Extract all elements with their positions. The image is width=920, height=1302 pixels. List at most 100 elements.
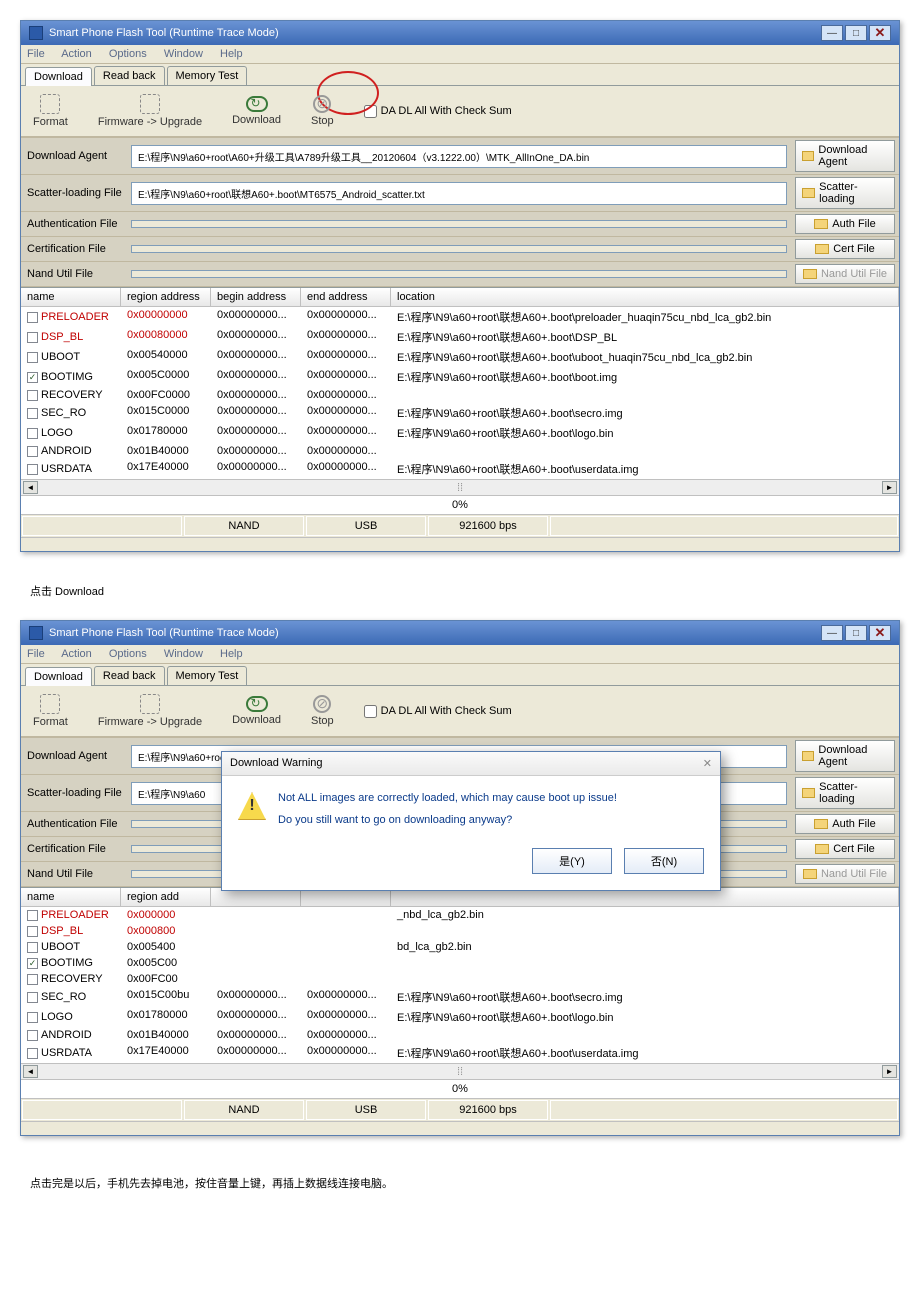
menu-window[interactable]: Window (164, 48, 203, 60)
menu-action[interactable]: Action (61, 48, 92, 60)
partition-checkbox[interactable] (27, 332, 38, 343)
table-row[interactable]: UBOOT0x005400000x00000000...0x00000000..… (21, 347, 899, 367)
tab-download[interactable]: Download (25, 667, 92, 686)
partition-checkbox[interactable] (27, 408, 38, 419)
download-button[interactable]: Download (232, 696, 281, 726)
app-icon (29, 26, 43, 40)
dialog-close-icon[interactable]: ✕ (703, 757, 712, 770)
partition-table: nameregion addressbegin addressend addre… (21, 287, 899, 495)
partition-checkbox[interactable] (27, 352, 38, 363)
menu-file[interactable]: File (27, 48, 45, 60)
table-row[interactable]: SEC_RO0x015C00000x00000000...0x00000000.… (21, 403, 899, 423)
nand-browse[interactable]: Nand Util File (795, 864, 895, 884)
menu-help[interactable]: Help (220, 648, 243, 660)
scatter-browse[interactable]: Scatter-loading (795, 777, 895, 809)
checksum-checkbox[interactable]: DA DL All With Check Sum (364, 105, 512, 118)
partition-checkbox[interactable] (27, 992, 38, 1003)
partition-checkbox[interactable] (27, 446, 38, 457)
partition-checkbox[interactable] (27, 942, 38, 953)
nand-browse[interactable]: Nand Util File (795, 264, 895, 284)
partition-checkbox[interactable] (27, 1012, 38, 1023)
table-row[interactable]: RECOVERY0x00FC00 (21, 971, 899, 987)
partition-checkbox[interactable] (27, 910, 38, 921)
partition-checkbox[interactable] (27, 428, 38, 439)
firmware-upgrade-button[interactable]: Firmware -> Upgrade (98, 694, 202, 728)
tab-memorytest[interactable]: Memory Test (167, 666, 248, 685)
table-row[interactable]: RECOVERY0x00FC00000x00000000...0x0000000… (21, 387, 899, 403)
table-row[interactable]: DSP_BL0x000800000x00000000...0x00000000.… (21, 327, 899, 347)
minimize-button[interactable]: — (821, 25, 843, 41)
table-row[interactable]: USRDATA0x17E400000x00000000...0x00000000… (21, 1043, 899, 1063)
dialog-yes-button[interactable]: 是(Y) (532, 848, 612, 874)
stop-button[interactable]: Stop (311, 95, 334, 127)
scroll-left-icon[interactable]: ◄ (23, 481, 38, 494)
table-row[interactable]: DSP_BL0x000800 (21, 923, 899, 939)
scatter-browse[interactable]: Scatter-loading (795, 177, 895, 209)
maximize-button[interactable]: □ (845, 25, 867, 41)
auth-field[interactable] (131, 220, 787, 228)
download-agent-browse[interactable]: Download Agent (795, 140, 895, 172)
tab-memorytest[interactable]: Memory Test (167, 66, 248, 85)
partition-checkbox[interactable] (27, 1030, 38, 1041)
download-agent-field[interactable]: E:\程序\N9\a60+root\A60+升级工具\A789升级工具__201… (131, 145, 787, 168)
tab-download[interactable]: Download (25, 67, 92, 86)
tab-readback[interactable]: Read back (94, 666, 165, 685)
partition-checkbox[interactable] (27, 464, 38, 475)
menu-help[interactable]: Help (220, 48, 243, 60)
auth-browse[interactable]: Auth File (795, 214, 895, 234)
firmware-upgrade-button[interactable]: Firmware -> Upgrade (98, 94, 202, 128)
app-icon (29, 626, 43, 640)
table-row[interactable]: PRELOADER0x000000_nbd_lca_gb2.bin (21, 907, 899, 923)
partition-checkbox[interactable] (27, 390, 38, 401)
table-row[interactable]: ✓BOOTIMG0x005C00 (21, 955, 899, 971)
nand-field[interactable] (131, 270, 787, 278)
table-row[interactable]: USRDATA0x17E400000x00000000...0x00000000… (21, 459, 899, 479)
download-warning-dialog: Download Warning✕ ! Not ALL images are c… (221, 751, 721, 891)
horizontal-scrollbar[interactable]: ◄⁞⁞► (21, 1063, 899, 1079)
status-nand: NAND (184, 516, 304, 536)
menu-window[interactable]: Window (164, 648, 203, 660)
scatter-field[interactable]: E:\程序\N9\a60+root\联想A60+.boot\MT6575_And… (131, 182, 787, 205)
cert-browse[interactable]: Cert File (795, 239, 895, 259)
close-button[interactable]: ✕ (869, 25, 891, 41)
menu-action[interactable]: Action (61, 648, 92, 660)
table-row[interactable]: ✓BOOTIMG0x005C00000x00000000...0x0000000… (21, 367, 899, 387)
format-button[interactable]: Format (33, 694, 68, 728)
table-row[interactable]: LOGO0x017800000x00000000...0x00000000...… (21, 423, 899, 443)
menu-options[interactable]: Options (109, 48, 147, 60)
auth-browse[interactable]: Auth File (795, 814, 895, 834)
minimize-button[interactable]: — (821, 625, 843, 641)
partition-checkbox[interactable]: ✓ (27, 958, 38, 969)
warning-icon: ! (238, 792, 266, 820)
scroll-right-icon[interactable]: ► (882, 481, 897, 494)
download-button[interactable]: Download (232, 96, 281, 126)
table-row[interactable]: ANDROID0x01B400000x00000000...0x00000000… (21, 443, 899, 459)
table-row[interactable]: SEC_RO0x015C00bu0x00000000...0x00000000.… (21, 987, 899, 1007)
file-rows: Download Agent E:\程序\N9\a60+root\A60+升级工具… (21, 137, 899, 287)
instruction-paragraph: 点击完是以后，手机先去掉电池，按住音量上键，再插上数据线连接电脑。 (30, 1156, 900, 1204)
tab-readback[interactable]: Read back (94, 66, 165, 85)
menu-file[interactable]: File (27, 648, 45, 660)
partition-checkbox[interactable] (27, 974, 38, 985)
stop-button[interactable]: Stop (311, 695, 334, 727)
table-row[interactable]: PRELOADER0x000000000x00000000...0x000000… (21, 307, 899, 327)
cert-field[interactable] (131, 245, 787, 253)
checksum-checkbox[interactable]: DA DL All With Check Sum (364, 705, 512, 718)
table-row[interactable]: ANDROID0x01B400000x00000000...0x00000000… (21, 1027, 899, 1043)
partition-checkbox[interactable] (27, 926, 38, 937)
table-row[interactable]: UBOOT0x005400bd_lca_gb2.bin (21, 939, 899, 955)
maximize-button[interactable]: □ (845, 625, 867, 641)
horizontal-scrollbar[interactable]: ◄⁞⁞► (21, 479, 899, 495)
format-button[interactable]: Format (33, 94, 68, 128)
status-bar: NAND USB 921600 bps (21, 514, 899, 537)
cert-browse[interactable]: Cert File (795, 839, 895, 859)
menu-options[interactable]: Options (109, 648, 147, 660)
partition-checkbox[interactable] (27, 312, 38, 323)
status-bps: 921600 bps (428, 1100, 548, 1120)
partition-checkbox[interactable]: ✓ (27, 372, 38, 383)
dialog-no-button[interactable]: 否(N) (624, 848, 704, 874)
download-agent-browse[interactable]: Download Agent (795, 740, 895, 772)
table-row[interactable]: LOGO0x017800000x00000000...0x00000000...… (21, 1007, 899, 1027)
close-button[interactable]: ✕ (869, 625, 891, 641)
partition-checkbox[interactable] (27, 1048, 38, 1059)
